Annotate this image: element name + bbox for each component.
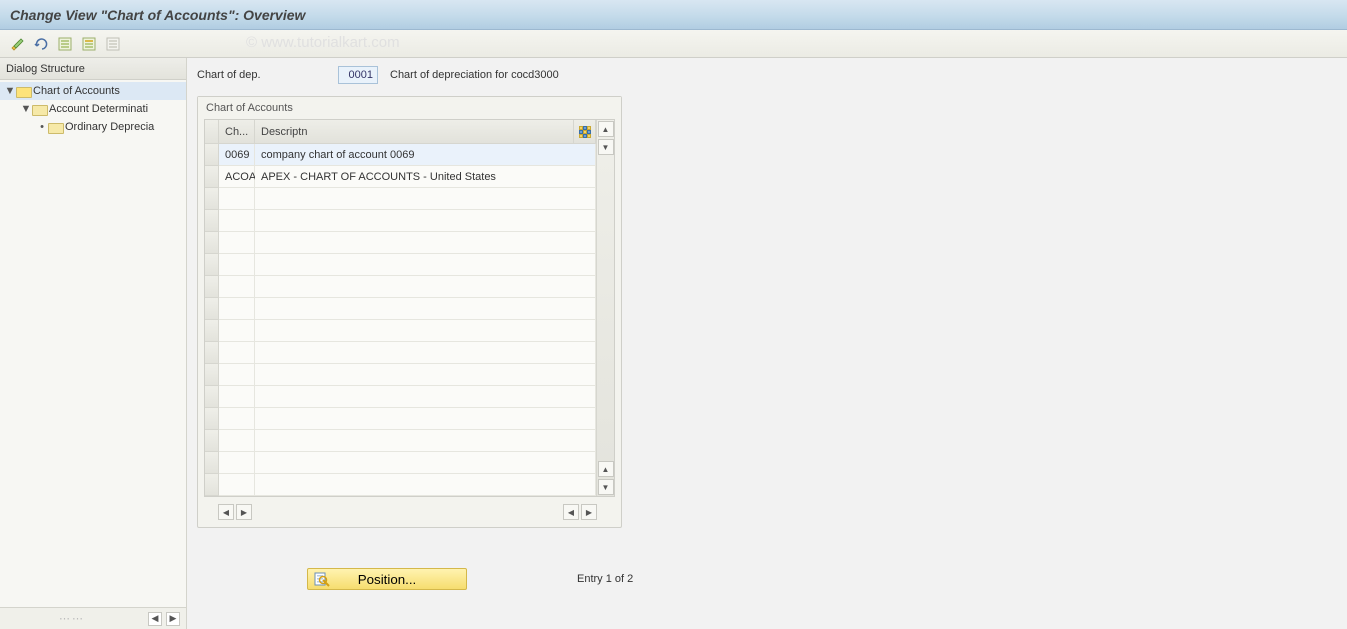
table-row-empty[interactable] <box>219 342 596 364</box>
column-header-descriptn[interactable]: Descriptn <box>255 120 574 144</box>
table-row-empty[interactable] <box>219 298 596 320</box>
tree-item-account-determination[interactable]: ▼ Account Determinati <box>0 100 186 118</box>
grid-row-header[interactable] <box>205 232 219 254</box>
scroll-left-icon[interactable]: ◀ <box>563 504 579 520</box>
tree-item-label: Chart of Accounts <box>33 85 120 97</box>
table-row-empty[interactable] <box>219 210 596 232</box>
tree-item-chart-of-accounts[interactable]: ▼ Chart of Accounts <box>0 82 186 100</box>
scroll-left-icon[interactable]: ◀ <box>218 504 234 520</box>
position-icon <box>314 571 330 587</box>
grid-row-header[interactable] <box>205 276 219 298</box>
chart-of-dep-label: Chart of dep. <box>197 69 332 81</box>
cell-ch[interactable]: ACOA <box>219 166 255 188</box>
grid-row-header[interactable] <box>205 364 219 386</box>
scroll-left-icon[interactable]: ◀ <box>148 612 162 626</box>
scroll-down-icon[interactable]: ▼ <box>598 479 614 495</box>
dialog-structure-title: Dialog Structure <box>6 63 85 75</box>
content-area: Chart of dep. Chart of depreciation for … <box>187 58 1347 629</box>
tree-item-ordinary-depreciation[interactable]: • Ordinary Deprecia <box>0 118 186 136</box>
table-row-empty[interactable] <box>219 364 596 386</box>
grid-row-header[interactable] <box>205 452 219 474</box>
position-button-label: Position... <box>358 572 417 587</box>
cell-desc[interactable]: company chart of account 0069 <box>255 144 596 166</box>
grid-row-header[interactable] <box>205 386 219 408</box>
table-row-empty[interactable] <box>219 474 596 496</box>
tree-toggle-icon[interactable]: ▼ <box>20 103 32 115</box>
grid-row-header[interactable] <box>205 320 219 342</box>
grid-row-header[interactable] <box>205 474 219 496</box>
grid-row-header[interactable] <box>205 298 219 320</box>
grid-rows: 0069 company chart of account 0069 ACOA … <box>219 144 596 496</box>
scroll-right-icon[interactable]: ▶ <box>166 612 180 626</box>
toolbar: © www.tutorialkart.com <box>0 30 1347 58</box>
grid-body: Ch... Descriptn 0069 company chart of ac… <box>219 120 596 496</box>
table-row-empty[interactable] <box>219 408 596 430</box>
chart-of-dep-input[interactable] <box>338 66 378 84</box>
folder-open-icon <box>16 85 30 97</box>
chart-of-accounts-group: Chart of Accounts <box>197 96 622 528</box>
cell-ch[interactable]: 0069 <box>219 144 255 166</box>
tree-toggle-icon[interactable]: ▼ <box>4 85 16 97</box>
grid-row-header[interactable] <box>205 188 219 210</box>
cell-desc[interactable]: APEX - CHART OF ACCOUNTS - United States <box>255 166 596 188</box>
column-header-ch[interactable]: Ch... <box>219 120 255 144</box>
table-row-empty[interactable] <box>219 386 596 408</box>
dialog-structure-header: Dialog Structure <box>0 58 186 80</box>
position-button[interactable]: Position... <box>307 568 467 590</box>
deselect-icon[interactable] <box>102 34 124 54</box>
grid-row-header[interactable] <box>205 144 219 166</box>
grid-column-headers: Ch... Descriptn <box>219 120 596 144</box>
grid-row-header[interactable] <box>205 166 219 188</box>
panel-resize-grip[interactable]: ⋯⋯ <box>0 612 144 625</box>
scroll-up-icon[interactable]: ▲ <box>598 461 614 477</box>
table-row-empty[interactable] <box>219 452 596 474</box>
grid-corner-cell[interactable] <box>205 120 219 144</box>
scroll-right-icon[interactable]: ▶ <box>581 504 597 520</box>
select-all-icon[interactable] <box>54 34 76 54</box>
page-title: Change View "Chart of Accounts": Overvie… <box>0 0 1347 30</box>
entry-count-text: Entry 1 of 2 <box>577 573 633 585</box>
table-row-empty[interactable] <box>219 430 596 452</box>
dialog-structure-tree: ▼ Chart of Accounts ▼ Account Determinat… <box>0 80 186 607</box>
page-title-text: Change View "Chart of Accounts": Overvie… <box>10 7 305 23</box>
grid-row-headers <box>205 120 219 496</box>
edit-pencils-icon[interactable] <box>6 34 28 54</box>
vertical-scrollbar[interactable]: ▲ ▼ ▲ ▼ <box>596 120 614 496</box>
scroll-up-icon[interactable]: ▲ <box>598 121 614 137</box>
grid-row-header[interactable] <box>205 408 219 430</box>
table-row[interactable]: ACOA APEX - CHART OF ACCOUNTS - United S… <box>219 166 596 188</box>
scroll-right-icon[interactable]: ▶ <box>236 504 252 520</box>
watermark-text: © www.tutorialkart.com <box>246 34 400 51</box>
horizontal-scrollbar[interactable]: ◀ ▶ ◀ ▶ <box>204 503 615 521</box>
folder-icon <box>48 121 62 133</box>
table-row-empty[interactable] <box>219 254 596 276</box>
table-row-empty[interactable] <box>219 188 596 210</box>
grid-row-header[interactable] <box>205 254 219 276</box>
table-row-empty[interactable] <box>219 232 596 254</box>
chart-of-dep-text: Chart of depreciation for cocd3000 <box>384 69 559 81</box>
table-row[interactable]: 0069 company chart of account 0069 <box>219 144 596 166</box>
tree-item-label: Account Determinati <box>49 103 148 115</box>
tree-bullet-icon: • <box>36 121 48 133</box>
table-row-empty[interactable] <box>219 276 596 298</box>
table-row-empty[interactable] <box>219 320 596 342</box>
grid-row-header[interactable] <box>205 430 219 452</box>
save-variant-icon[interactable] <box>78 34 100 54</box>
grid-row-header[interactable] <box>205 342 219 364</box>
tree-item-label: Ordinary Deprecia <box>65 121 154 133</box>
undo-icon[interactable] <box>30 34 52 54</box>
configure-columns-icon[interactable] <box>574 120 596 144</box>
chart-of-dep-field-row: Chart of dep. Chart of depreciation for … <box>197 66 1337 84</box>
dialog-structure-footer: ⋯⋯ ◀ ▶ <box>0 607 186 629</box>
scroll-down-icon[interactable]: ▼ <box>598 139 614 155</box>
chart-of-accounts-grid: Ch... Descriptn 0069 company chart of ac… <box>204 119 615 497</box>
footer-row: Position... Entry 1 of 2 <box>307 568 1337 590</box>
chart-of-accounts-group-title: Chart of Accounts <box>198 97 621 119</box>
grid-row-header[interactable] <box>205 210 219 232</box>
dialog-structure-panel: Dialog Structure ▼ Chart of Accounts ▼ A… <box>0 58 187 629</box>
folder-icon <box>32 103 46 115</box>
